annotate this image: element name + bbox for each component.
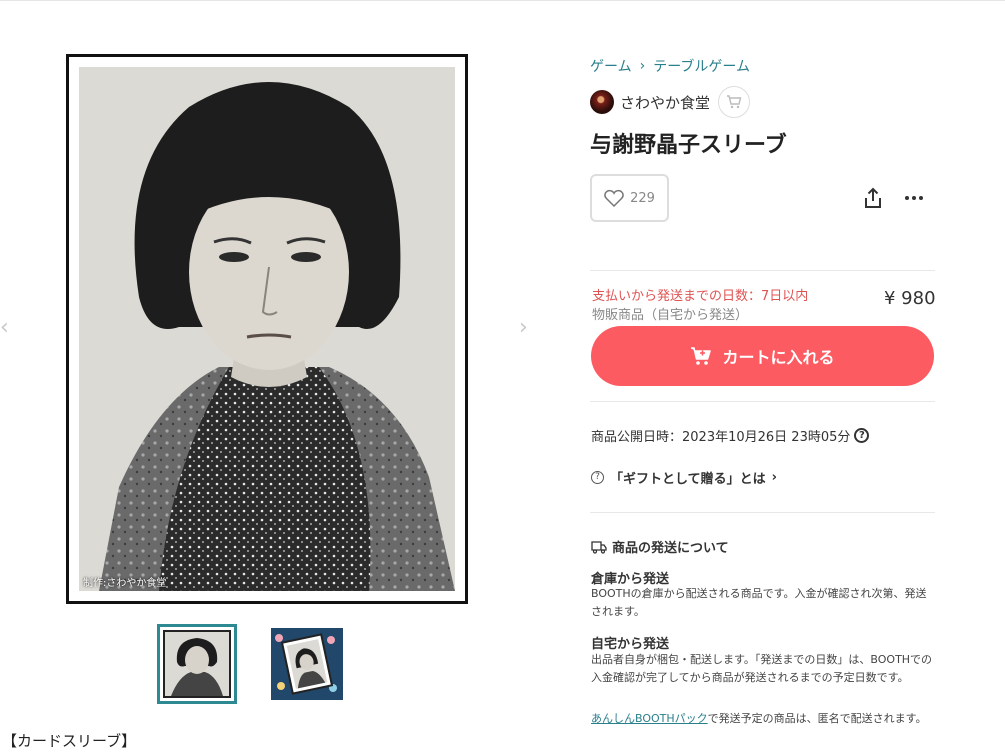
warehouse-shipping-text: BOOTHの倉庫から配送される商品です。入金が確認され次第、発送されます。 xyxy=(591,587,927,618)
share-icon xyxy=(865,187,881,208)
like-count: 229 xyxy=(630,190,655,206)
shop-name[interactable]: さわやか食堂 xyxy=(620,92,710,113)
heart-icon xyxy=(604,189,624,207)
shipping-heading: 商品の発送について xyxy=(591,537,729,556)
description-heading: 【カードスリーブ】 xyxy=(2,732,137,750)
anshin-shipping-note: で発送予定の商品は、匿名で配送されます。 xyxy=(707,712,927,725)
question-icon: ? xyxy=(591,471,604,484)
gift-info-link[interactable]: ? 「ギフトとして贈る」とは › xyxy=(591,468,777,487)
more-options-button[interactable] xyxy=(902,186,926,210)
main-product-image: 制作:さわやか食堂 xyxy=(79,67,455,591)
breadcrumb: ゲーム › テーブルゲーム xyxy=(590,56,750,76)
divider xyxy=(590,401,935,402)
cart-icon xyxy=(727,95,742,109)
gallery-next-button[interactable]: › xyxy=(519,315,528,340)
shop-avatar[interactable] xyxy=(590,90,614,114)
product-title: 与謝野晶子スリーブ xyxy=(590,133,787,158)
main-product-image-frame[interactable]: 制作:さわやか食堂 xyxy=(66,54,468,604)
help-icon[interactable]: ? xyxy=(854,428,870,443)
home-shipping-text: 出品者自身が梱包・配送します。「発送までの日数」は、BOOTHでの入金確認が完了… xyxy=(591,653,933,684)
home-shipping-title: 自宅から発送 xyxy=(591,637,670,652)
thumbnail-portrait xyxy=(165,632,229,696)
breadcrumb-item-table-game[interactable]: テーブルゲーム xyxy=(653,56,750,76)
gallery-prev-button[interactable]: ‹ xyxy=(0,315,9,340)
anshin-shipping-text: あんしんBOOTHパックで発送予定の商品は、匿名で配送されます。 xyxy=(591,710,936,728)
truck-icon xyxy=(591,540,607,554)
breadcrumb-item-game[interactable]: ゲーム xyxy=(590,56,632,76)
publish-date-text: 商品公開日時：2023年10月26日 23時05分 xyxy=(591,430,851,445)
shipping-days: 支払いから発送までの日数：7日以内 xyxy=(592,289,809,304)
thumbnail-2[interactable] xyxy=(271,628,343,700)
price: ¥ 980 xyxy=(884,288,936,309)
chevron-right-icon: › xyxy=(639,58,646,74)
top-border xyxy=(0,0,1005,1)
more-icon xyxy=(905,196,923,200)
publish-date: 商品公開日時：2023年10月26日 23時05分 ? xyxy=(591,426,870,445)
product-type: 物販商品（自宅から発送） xyxy=(592,308,749,323)
add-to-cart-label: カートに入れる xyxy=(722,348,835,367)
gift-info-label: 「ギフトとして贈る」とは xyxy=(610,472,766,487)
portrait-illustration xyxy=(79,67,455,591)
chevron-right-icon: › xyxy=(771,470,777,485)
like-button[interactable]: 229 xyxy=(590,174,669,222)
thumbnail-sleeve-pattern xyxy=(271,628,343,700)
divider xyxy=(590,512,935,513)
shop-info: さわやか食堂 xyxy=(590,86,751,118)
shop-cart-button[interactable] xyxy=(718,86,751,118)
divider xyxy=(590,270,935,271)
thumbnail-1[interactable] xyxy=(157,624,237,704)
anshin-booth-pack-link[interactable]: あんしんBOOTHパック xyxy=(591,712,708,725)
shipping-heading-text: 商品の発送について xyxy=(612,541,729,556)
share-button[interactable] xyxy=(861,186,885,210)
add-to-cart-button[interactable]: カートに入れる xyxy=(591,326,934,386)
photo-credit: 制作:さわやか食堂 xyxy=(83,578,167,589)
thumbnail-1-image xyxy=(163,630,231,698)
cart-icon xyxy=(691,347,712,365)
